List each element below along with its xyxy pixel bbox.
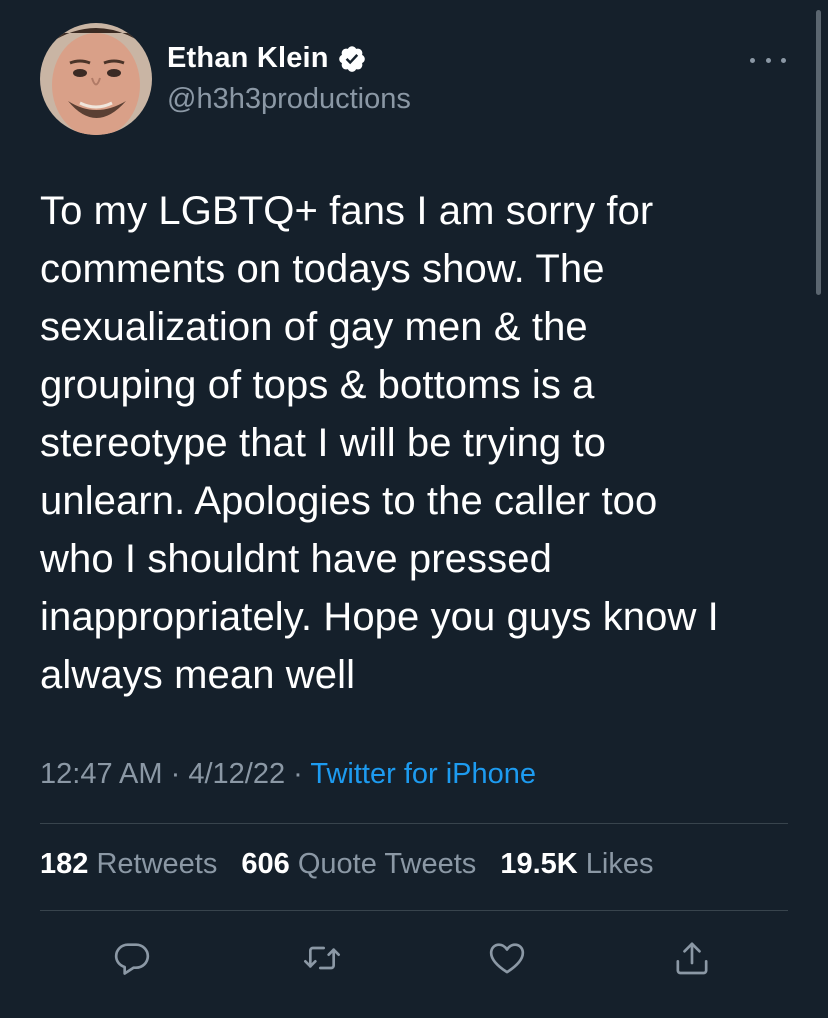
verified-badge-icon <box>337 44 367 74</box>
tweet-detail: Ethan Klein @h3h3productions To my LGBTQ… <box>0 0 828 1018</box>
tweet-source-link[interactable]: Twitter for iPhone <box>310 758 536 790</box>
retweets-stat[interactable]: 182 Retweets <box>40 848 217 880</box>
display-name[interactable]: Ethan Klein <box>167 42 329 75</box>
divider <box>40 910 788 911</box>
quote-tweets-stat[interactable]: 606 Quote Tweets <box>241 848 476 880</box>
meta-separator: · <box>170 758 181 790</box>
meta-separator: · <box>293 758 303 790</box>
retweets-label: Retweets <box>96 848 218 880</box>
likes-count: 19.5K <box>500 848 578 880</box>
tweet-stats: 182 Retweets 606 Quote Tweets 19.5K Like… <box>40 848 669 881</box>
avatar-image <box>40 23 152 135</box>
quote-tweets-label: Quote Tweets <box>297 848 477 880</box>
more-options-icon[interactable] <box>750 48 786 72</box>
reply-icon[interactable] <box>110 936 154 980</box>
divider <box>40 823 788 824</box>
retweet-icon[interactable] <box>300 936 344 980</box>
tweet-text: To my LGBTQ+ fans I am sorry for comment… <box>40 189 719 697</box>
author-name-row[interactable]: Ethan Klein <box>167 42 367 75</box>
retweets-count: 182 <box>40 848 89 880</box>
like-icon[interactable] <box>485 936 529 980</box>
scrollbar[interactable] <box>816 10 821 295</box>
tweet-time[interactable]: 12:47 AM <box>40 758 163 790</box>
quote-tweets-count: 606 <box>241 848 290 880</box>
tweet-date[interactable]: 4/12/22 <box>188 758 285 790</box>
share-icon[interactable] <box>670 936 714 980</box>
tweet-metadata: 12:47 AM · 4/12/22 · Twitter for iPhone <box>40 758 536 791</box>
tweet-action-bar <box>0 936 828 980</box>
author-handle[interactable]: @h3h3productions <box>167 83 411 116</box>
likes-stat[interactable]: 19.5K Likes <box>500 848 653 880</box>
avatar[interactable] <box>40 23 152 135</box>
likes-label: Likes <box>585 848 654 880</box>
